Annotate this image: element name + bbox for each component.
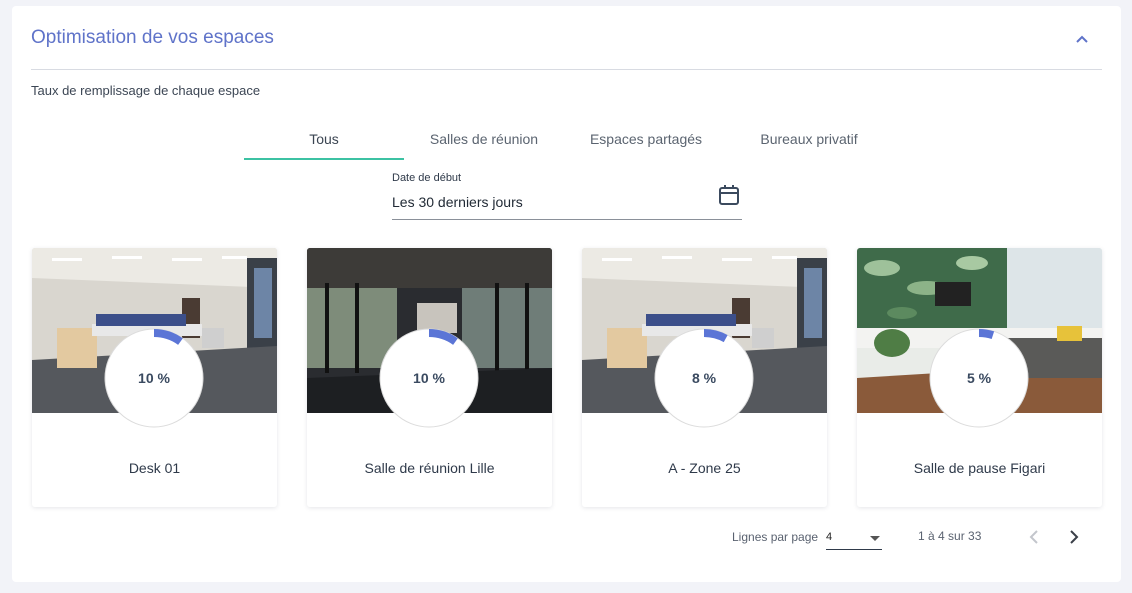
caret-down-icon bbox=[870, 536, 880, 541]
occupancy-gauge: 8 % bbox=[654, 328, 754, 428]
collapse-button[interactable] bbox=[1071, 28, 1093, 50]
panel-title: Optimisation de vos espaces bbox=[31, 27, 274, 48]
space-card[interactable]: 10 % Salle de réunion Lille bbox=[307, 248, 552, 507]
occupancy-rate: 8 % bbox=[691, 370, 717, 386]
tab-bureaux-privatif[interactable]: Bureaux privatif bbox=[729, 120, 889, 158]
panel-header[interactable]: Optimisation de vos espaces bbox=[12, 6, 1121, 70]
chevron-right-icon bbox=[1070, 530, 1079, 544]
tab-espaces-partages[interactable]: Espaces partagés bbox=[566, 120, 726, 158]
space-card[interactable]: 5 % Salle de pause Figari bbox=[857, 248, 1102, 507]
occupancy-rate: 10 % bbox=[413, 370, 445, 386]
header-divider bbox=[31, 69, 1102, 70]
tab-tous[interactable]: Tous bbox=[244, 120, 404, 160]
occupancy-rate: 5 % bbox=[966, 370, 992, 386]
space-name: A - Zone 25 bbox=[668, 460, 741, 476]
space-optimisation-panel: Optimisation de vos espaces Taux de remp… bbox=[12, 6, 1121, 582]
calendar-icon[interactable] bbox=[717, 183, 741, 207]
space-type-tabs: Tous Salles de réunion Espaces partagés … bbox=[244, 120, 884, 160]
occupancy-rate: 10 % bbox=[138, 370, 170, 386]
space-name: Salle de réunion Lille bbox=[364, 460, 495, 476]
rows-per-page-select[interactable]: 4 bbox=[826, 527, 882, 550]
tab-salles-de-reunion[interactable]: Salles de réunion bbox=[404, 120, 564, 158]
space-name: Salle de pause Figari bbox=[913, 460, 1046, 476]
pagination: Lignes par page 4 1 à 4 sur 33 bbox=[12, 522, 1121, 550]
space-card[interactable]: 8 % A - Zone 25 bbox=[582, 248, 827, 507]
start-date-field[interactable]: Date de début Les 30 derniers jours bbox=[392, 170, 742, 220]
rows-per-page-value: 4 bbox=[826, 531, 833, 543]
chevron-left-icon bbox=[1029, 530, 1038, 544]
start-date-label: Date de début bbox=[392, 172, 462, 184]
occupancy-gauge: 10 % bbox=[104, 328, 204, 428]
occupancy-gauge: 10 % bbox=[379, 328, 479, 428]
space-name: Desk 01 bbox=[128, 460, 181, 476]
previous-page-button[interactable] bbox=[1023, 526, 1045, 548]
pagination-range: 1 à 4 sur 33 bbox=[918, 529, 982, 543]
next-page-button[interactable] bbox=[1063, 526, 1085, 548]
chevron-up-icon bbox=[1076, 35, 1088, 43]
start-date-value[interactable]: Les 30 derniers jours bbox=[392, 194, 523, 210]
rows-per-page-label: Lignes par page bbox=[732, 530, 819, 544]
space-card[interactable]: 10 % Desk 01 bbox=[32, 248, 277, 507]
section-subtitle: Taux de remplissage de chaque espace bbox=[31, 83, 261, 98]
occupancy-gauge: 5 % bbox=[929, 328, 1029, 428]
